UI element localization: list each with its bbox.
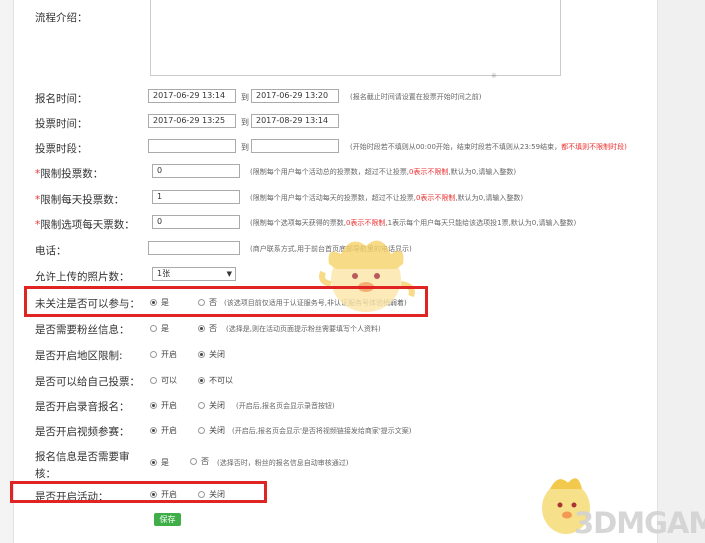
left-scroll-strip: [0, 0, 14, 543]
vote-period-label: 投票时段：: [35, 143, 88, 155]
daily-votes-input[interactable]: 1: [152, 190, 240, 204]
phone-label: 电话：: [35, 245, 67, 257]
radio-checked-icon: [198, 377, 205, 384]
radio-label: 可以: [161, 376, 177, 385]
radio-label: 关闭: [209, 401, 225, 410]
max-votes-label-text: 限制投票数：: [40, 168, 104, 180]
photo-count-select[interactable]: 1张 ▼: [152, 267, 236, 281]
vote-period-start-input[interactable]: [148, 139, 236, 153]
daily-votes-hint-a: (限制每个用户每个活动每天的投票数，超过不让投票,: [250, 194, 416, 202]
video-off-radio[interactable]: 关闭: [198, 425, 225, 436]
radio-label: 关闭: [209, 350, 225, 359]
radio-unchecked-icon: [150, 325, 157, 332]
photo-count-value: 1张: [157, 269, 171, 278]
radio-unchecked-icon: [150, 351, 157, 358]
max-votes-hint-red: 0表示不限制: [408, 168, 449, 176]
vote-period-hint-text: (开始时段若不填则从00:00开始，结束时段若不填则从23:59结束，: [350, 143, 562, 151]
review-yes-radio[interactable]: 是: [150, 457, 169, 468]
vote-period-to-text: 到: [241, 143, 249, 152]
radio-label: 开启: [161, 350, 177, 359]
daily-votes-hint: (限制每个用户每个活动每天的投票数，超过不让投票,0表示不限制,默认为0,请输入…: [250, 193, 523, 203]
highlight-box-activity: [10, 481, 267, 503]
vote-start-input[interactable]: 2017-06-29 13:25: [148, 114, 236, 128]
region-on-radio[interactable]: 开启: [150, 349, 177, 360]
daily-votes-hint-red: 0表示不限制: [415, 194, 456, 202]
radio-unchecked-icon: [198, 427, 205, 434]
signup-end-input[interactable]: 2017-06-29 13:20: [251, 89, 339, 103]
radio-checked-icon: [150, 427, 157, 434]
vote-period-hint: (开始时段若不填则从00:00开始，结束时段若不填则从23:59结束，都不填则不…: [350, 142, 627, 152]
signup-time-label: 报名时间：: [35, 93, 88, 105]
signup-start-input[interactable]: 2017-06-29 13:14: [148, 89, 236, 103]
dropdown-arrow-icon: ▼: [226, 270, 232, 278]
max-votes-hint-a: (限制每个用户每个活动总的投票数，超过不让投票,: [250, 168, 409, 176]
option-daily-label-text: 限制选项每天票数：: [40, 219, 135, 231]
radio-label: 是: [161, 324, 169, 333]
vote-end-input[interactable]: 2017-08-29 13:14: [251, 114, 339, 128]
fans-info-label: 是否需要粉丝信息：: [35, 324, 130, 336]
vote-to-text: 到: [241, 118, 249, 127]
radio-checked-icon: [150, 402, 157, 409]
daily-votes-label-text: 限制每天投票数：: [40, 194, 125, 206]
video-signup-label: 是否开启视频参赛：: [35, 426, 130, 438]
vote-time-label: 投票时间：: [35, 118, 88, 130]
resize-grip-icon[interactable]: ⁜: [491, 72, 497, 80]
video-signup-hint: (开启后,报名页会显示'是否将视频链接发给商家'提示文案): [232, 427, 412, 435]
save-button[interactable]: 保存: [154, 513, 181, 526]
radio-label: 开启: [161, 401, 177, 410]
region-limit-label: 是否开启地区限制:: [35, 350, 123, 362]
signup-to-text: 到: [241, 93, 249, 102]
highlight-box-unfollowed: [24, 286, 428, 317]
audio-off-radio[interactable]: 关闭: [198, 400, 225, 411]
vote-period-end-input[interactable]: [251, 139, 339, 153]
fans-info-no-radio[interactable]: 否: [198, 323, 217, 334]
radio-label: 不可以: [209, 376, 233, 385]
phone-input[interactable]: [148, 241, 240, 255]
radio-checked-icon: [198, 325, 205, 332]
radio-label: 是: [161, 458, 169, 467]
audio-on-radio[interactable]: 开启: [150, 400, 177, 411]
fans-info-yes-radio[interactable]: 是: [150, 323, 169, 334]
daily-votes-label: *限制每天投票数：: [35, 192, 124, 207]
signup-time-hint: (报名截止时间请设置在投票开始时间之前): [350, 93, 482, 101]
daily-votes-hint-b: ,默认为0,请输入整数): [455, 194, 524, 202]
signup-review-hint: (选择否时，粉丝的报名信息自动审核通过): [217, 459, 349, 467]
radio-unchecked-icon: [198, 402, 205, 409]
right-scroll-strip: [657, 0, 705, 543]
radio-label: 开启: [161, 426, 177, 435]
fans-info-hint: (选择是,则在活动页面提示粉丝需要填写个人资料): [226, 325, 381, 333]
option-daily-input[interactable]: 0: [152, 215, 240, 229]
max-votes-input[interactable]: 0: [152, 164, 240, 178]
signup-review-label-1: 报名信息是否需要审: [35, 451, 130, 463]
max-votes-label: *限制投票数：: [35, 166, 103, 181]
audio-signup-hint: (开启后,报名页会显示录音按钮): [236, 402, 335, 410]
audio-signup-label: 是否开启录音报名：: [35, 401, 130, 413]
review-no-radio[interactable]: 否: [190, 456, 209, 467]
radio-label: 否: [201, 457, 209, 466]
radio-label: 关闭: [209, 426, 225, 435]
radio-unchecked-icon: [190, 458, 197, 465]
self-vote-yes-radio[interactable]: 可以: [150, 375, 177, 386]
process-intro-textarea[interactable]: ⁜: [150, 0, 561, 80]
self-vote-no-radio[interactable]: 不可以: [198, 375, 233, 386]
vote-period-hint-red: 都不填则不限制时段): [561, 143, 627, 151]
max-votes-hint-b: ,默认为0,请输入整数): [448, 168, 517, 176]
photo-count-label: 允许上传的照片数：: [35, 271, 130, 283]
radio-checked-icon: [198, 351, 205, 358]
signup-review-label-2: 核：: [35, 468, 56, 480]
activity-settings-form: 流程介绍： ⁜ 报名时间： 2017-06-29 13:14 到 2017-06…: [10, 0, 705, 543]
process-intro-label: 流程介绍：: [35, 12, 88, 24]
radio-checked-icon: [150, 459, 157, 466]
max-votes-hint: (限制每个用户每个活动总的投票数，超过不让投票,0表示不限制,默认为0,请输入整…: [250, 167, 516, 177]
self-vote-label: 是否可以给自己投票：: [35, 376, 140, 388]
region-off-radio[interactable]: 关闭: [198, 349, 225, 360]
video-on-radio[interactable]: 开启: [150, 425, 177, 436]
radio-unchecked-icon: [150, 377, 157, 384]
site-watermark: 3DMGAME: [574, 506, 705, 540]
option-daily-label: *限制选项每天票数：: [35, 217, 135, 232]
radio-label: 否: [209, 324, 217, 333]
